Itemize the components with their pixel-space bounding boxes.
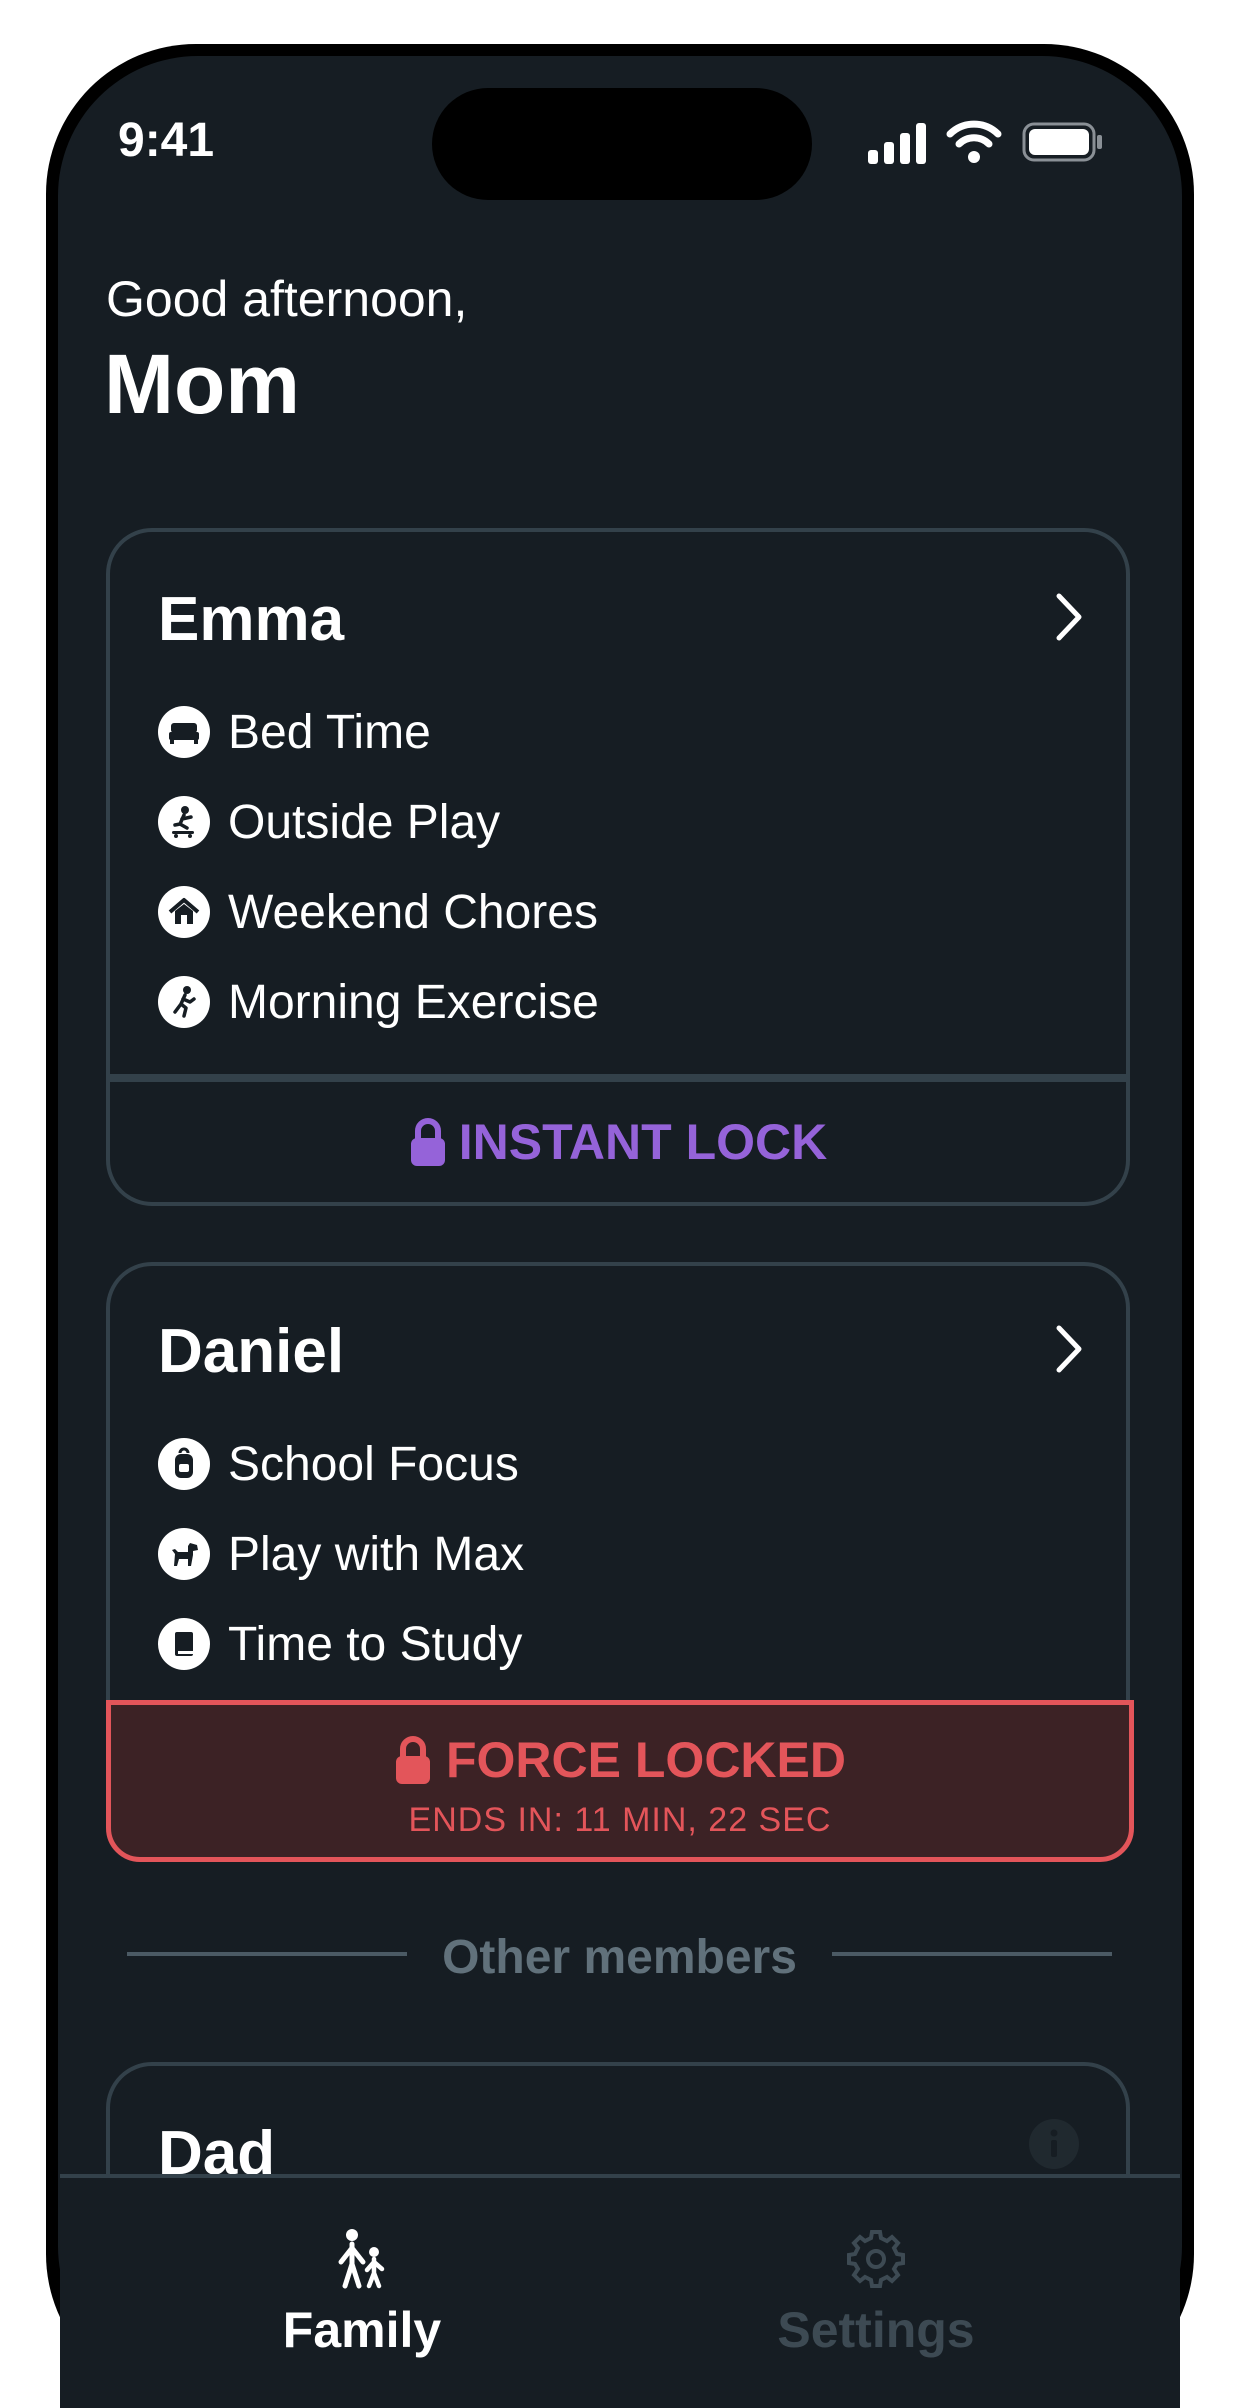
signal-icon [868, 123, 926, 164]
greeting-text: Good afternoon, [106, 271, 468, 327]
item-label: Play with Max [228, 1527, 525, 1581]
item-label: Weekend Chores [228, 885, 598, 939]
item-label: Bed Time [228, 705, 431, 759]
wifi-icon [946, 120, 1002, 163]
backpack-icon [158, 1438, 210, 1490]
chevron-right-icon[interactable] [1054, 592, 1084, 642]
tab-family[interactable]: Family [232, 2228, 492, 2359]
running-icon [158, 976, 210, 1028]
other-members-label: Other members [442, 1931, 797, 1984]
force-locked-label: FORCE LOCKED [446, 1732, 846, 1788]
list-item[interactable]: Play with Max [158, 1525, 524, 1583]
dynamic-island [432, 88, 812, 200]
gear-icon [847, 2230, 905, 2288]
item-label: School Focus [228, 1437, 519, 1491]
battery-icon [1022, 122, 1102, 162]
chevron-right-icon[interactable] [1054, 1324, 1084, 1374]
list-item[interactable]: Bed Time [158, 703, 431, 761]
member-card-emma[interactable]: Emma Bed Time Outside Play Weekend Chore… [106, 528, 1130, 1206]
skateboard-icon [158, 796, 210, 848]
bed-icon [158, 706, 210, 758]
member-name: Daniel [158, 1317, 345, 1386]
book-icon [158, 1618, 210, 1670]
list-item[interactable]: Outside Play [158, 793, 500, 851]
tab-label: Family [282, 2302, 442, 2358]
user-name: Mom [104, 337, 300, 431]
tab-bar: Family Settings [60, 2174, 1180, 2408]
item-label: Time to Study [228, 1617, 523, 1671]
list-item[interactable]: School Focus [158, 1435, 519, 1493]
lock-icon [410, 1118, 445, 1166]
status-time: 9:41 [118, 114, 215, 167]
list-item[interactable]: Weekend Chores [158, 883, 598, 941]
divider-right [832, 1952, 1112, 1956]
lock-icon [396, 1736, 430, 1784]
instant-lock-label: INSTANT LOCK [458, 1114, 828, 1170]
info-icon[interactable] [1028, 2118, 1080, 2170]
tab-label: Settings [777, 2302, 975, 2358]
tab-settings[interactable]: Settings [746, 2228, 1006, 2359]
item-label: Morning Exercise [228, 975, 599, 1029]
instant-lock-button[interactable]: INSTANT LOCK [110, 1074, 1126, 1202]
list-item[interactable]: Morning Exercise [158, 973, 599, 1031]
dog-icon [158, 1528, 210, 1580]
house-icon [158, 886, 210, 938]
force-locked-banner[interactable]: FORCE LOCKED ENDS IN: 11 MIN, 22 SEC [106, 1700, 1134, 1862]
item-label: Outside Play [228, 795, 501, 849]
member-name: Emma [158, 585, 345, 654]
list-item[interactable]: Time to Study [158, 1615, 522, 1673]
lock-countdown: ENDS IN: 11 MIN, 22 SEC [408, 1801, 832, 1839]
family-icon [338, 2229, 385, 2289]
member-card-daniel[interactable]: Daniel School Focus Play with Max Time t… [106, 1262, 1130, 1712]
